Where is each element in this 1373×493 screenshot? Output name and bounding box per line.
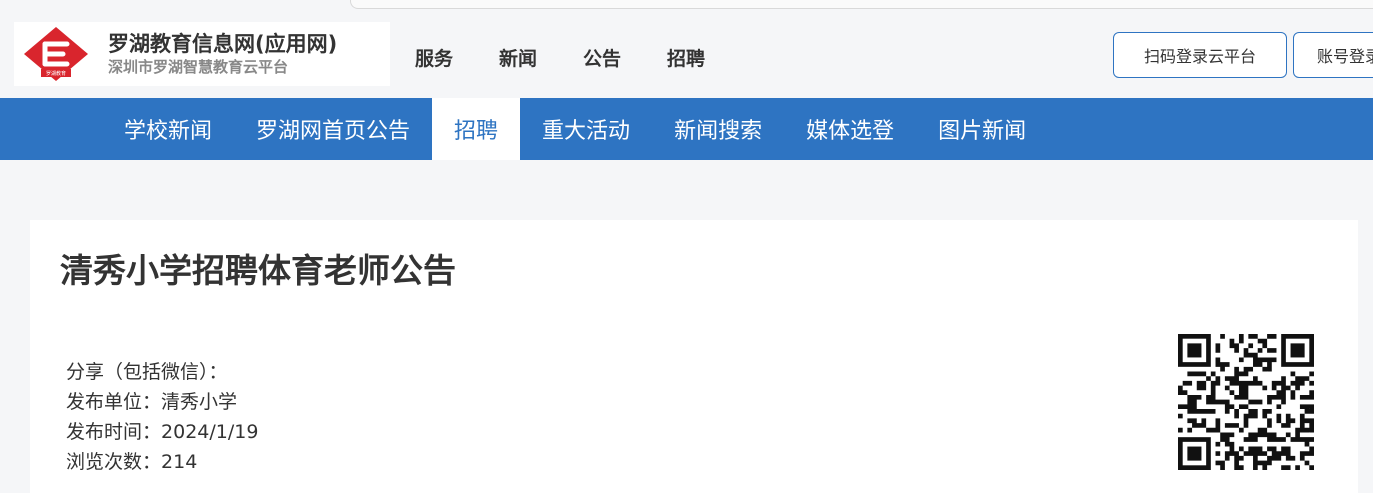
publisher-label: 发布单位： [66,391,162,413]
nav-item-notices[interactable]: 公告 [583,44,621,71]
subnav-item-news-search[interactable]: 新闻搜索 [652,98,784,160]
qr-code-icon [1178,334,1314,470]
views-label: 浏览次数： [66,451,162,473]
site-logo[interactable]: 罗湖教育 罗湖教育信息网(应用网) 深圳市罗湖智慧教育云平台 [14,22,390,86]
site-header: 罗湖教育 罗湖教育信息网(应用网) 深圳市罗湖智慧教育云平台 服务 新闻 公告 … [0,8,1373,98]
sub-nav: 学校新闻 罗湖网首页公告 招聘 重大活动 新闻搜索 媒体选登 图片新闻 [0,98,1373,160]
date-row: 发布时间：2024/1/19 [66,417,258,447]
nav-item-services[interactable]: 服务 [415,44,453,71]
article-meta: 分享（包括微信）： 发布单位：清秀小学 发布时间：2024/1/19 浏览次数：… [66,357,258,477]
qr-login-button[interactable]: 扫码登录云平台 [1113,32,1287,78]
date-value: 2024/1/19 [161,421,259,443]
account-login-button[interactable]: 账号登录 [1293,32,1373,78]
article-title: 清秀小学招聘体育老师公告 [60,251,456,290]
publisher-row: 发布单位：清秀小学 [66,387,258,417]
subnav-item-recruitment[interactable]: 招聘 [432,98,521,160]
nav-item-recruitment[interactable]: 招聘 [667,44,705,71]
luohu-education-logo-icon: 罗湖教育 [14,22,98,86]
nav-item-news[interactable]: 新闻 [499,44,537,71]
subnav-item-photo-news[interactable]: 图片新闻 [916,98,1048,160]
views-row: 浏览次数：214 [66,447,258,477]
main-nav: 服务 新闻 公告 招聘 [415,44,751,71]
subnav-item-homepage-notices[interactable]: 罗湖网首页公告 [234,98,432,160]
logo-badge-text: 罗湖教育 [46,70,66,77]
publisher-value: 清秀小学 [161,391,238,413]
views-value: 214 [161,451,198,473]
article-panel: 清秀小学招聘体育老师公告 分享（包括微信）： 发布单位：清秀小学 发布时间：20… [30,220,1358,493]
date-label: 发布时间： [66,421,162,443]
site-subtitle: 深圳市罗湖智慧教育云平台 [108,58,289,76]
subnav-item-school-news[interactable]: 学校新闻 [102,98,234,160]
subnav-item-major-events[interactable]: 重大活动 [520,98,652,160]
share-label: 分享（包括微信）： [66,361,228,383]
site-title: 罗湖教育信息网(应用网) [108,32,338,56]
subnav-item-media-selection[interactable]: 媒体选登 [784,98,916,160]
